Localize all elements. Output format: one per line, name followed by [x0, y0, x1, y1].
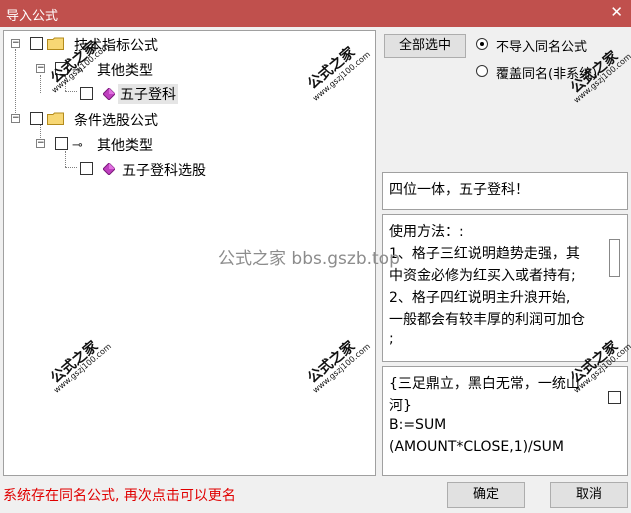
description-box: 四位一体，五子登科！ — [382, 172, 628, 210]
node-label: 其他类型 — [97, 63, 153, 79]
node-checkbox[interactable] — [30, 112, 43, 125]
tree-node-other-type-2[interactable]: − ⊸ 其他类型 — [4, 134, 374, 154]
formula-gem-icon — [103, 163, 115, 175]
select-all-button[interactable]: 全部选中 — [384, 34, 466, 58]
status-message: 系统存在同名公式, 再次点击可以更名 — [3, 488, 236, 504]
formula-line: {三足鼎立，黑白无常，一统山 — [389, 376, 580, 392]
usage-line: 使用方法：: — [389, 224, 464, 240]
formula-line: (AMOUNT*CLOSE,1)/SUM — [389, 439, 564, 455]
usage-line: ; — [389, 331, 394, 347]
watermark-center: 公式之家 bbs.gszb.top — [218, 249, 400, 269]
formula-line: B:=SUM — [389, 417, 447, 433]
folder-icon — [47, 37, 64, 50]
formula-checkbox[interactable] — [608, 391, 621, 404]
node-checkbox[interactable] — [55, 137, 68, 150]
skip-duplicates-label[interactable]: 不导入同名公式 — [496, 36, 587, 55]
usage-line: 2、格子四红说明主升浪开始, — [389, 290, 571, 306]
node-label: 条件选股公式 — [74, 113, 158, 129]
cancel-button[interactable]: 取消 — [550, 482, 628, 508]
usage-scrollbar[interactable] — [609, 239, 620, 277]
tree-node-screening[interactable]: − 条件选股公式 — [4, 109, 374, 129]
folder-icon — [47, 112, 64, 125]
collapse-icon[interactable]: − — [11, 114, 20, 123]
formula-line: 河} — [389, 398, 412, 414]
node-checkbox[interactable] — [30, 37, 43, 50]
collapse-icon[interactable]: − — [36, 139, 45, 148]
formula-gem-icon — [103, 88, 115, 100]
node-checkbox[interactable] — [80, 162, 93, 175]
node-label: 五子登科 — [118, 84, 178, 104]
usage-box[interactable]: 使用方法：: 1、格子三红说明趋势走强，其 中资金必修为红买入或者持有; 2、格… — [382, 214, 628, 362]
usage-line: 一般都会有较丰厚的利润可加仓 — [389, 312, 585, 328]
tree-node-wuzi-screen[interactable]: 五子登科选股 — [4, 159, 374, 179]
node-label: 五子登科选股 — [122, 163, 206, 179]
title-bar: 导入公式 ✕ — [0, 0, 631, 27]
close-icon[interactable]: ✕ — [610, 3, 623, 21]
node-label: 其他类型 — [97, 138, 153, 154]
ok-button[interactable]: 确定 — [447, 482, 525, 508]
usage-line: 1、格子三红说明趋势走强，其 — [389, 246, 580, 262]
collapse-icon[interactable]: − — [11, 39, 20, 48]
overwrite-radio[interactable] — [476, 65, 488, 77]
usage-line: 中资金必修为红买入或者持有; — [389, 268, 576, 284]
node-checkbox[interactable] — [80, 87, 93, 100]
description-text: 四位一体，五子登科！ — [389, 182, 529, 198]
window-title: 导入公式 — [6, 9, 59, 24]
skip-duplicates-radio[interactable] — [476, 38, 488, 50]
key-icon: ⊸ — [72, 138, 83, 153]
tree-node-indicator[interactable]: − 技术指标公式 — [4, 34, 374, 54]
collapse-icon[interactable]: − — [36, 64, 45, 73]
